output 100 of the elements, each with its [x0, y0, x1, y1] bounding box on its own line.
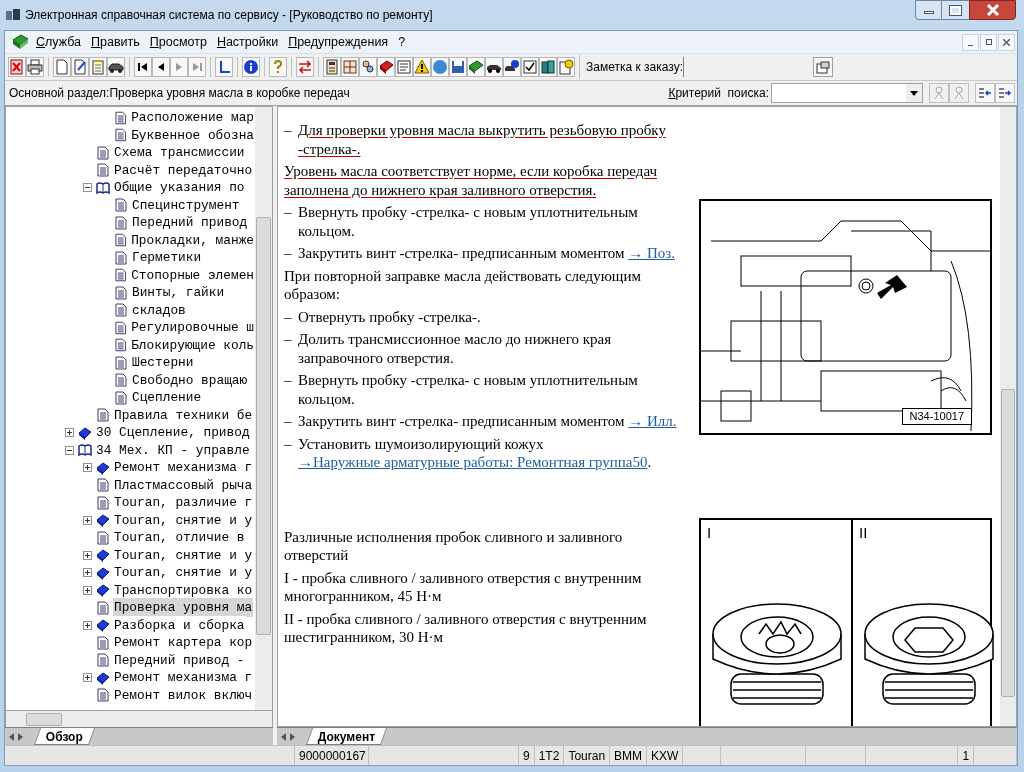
page-icon	[96, 145, 110, 160]
checkbox-icon[interactable]	[522, 59, 538, 75]
tab-scroll-right-icon[interactable]	[18, 732, 23, 741]
page-icon	[96, 688, 110, 703]
printer-icon[interactable]	[27, 59, 43, 75]
calculator-icon[interactable]	[324, 59, 340, 75]
books-icon[interactable]	[540, 59, 556, 75]
help-note-icon[interactable]	[558, 59, 574, 75]
edit-page-icon[interactable]	[72, 59, 88, 75]
dash-marker: –	[284, 244, 293, 263]
info-icon[interactable]	[243, 59, 259, 75]
page-icon[interactable]	[54, 59, 70, 75]
expand-button[interactable]	[995, 83, 1015, 103]
book-icon	[96, 618, 110, 633]
page-icon	[113, 233, 128, 248]
book-icon	[96, 670, 110, 685]
page-icon	[114, 390, 128, 405]
note-button[interactable]	[813, 57, 833, 77]
menu-item[interactable]: ?	[393, 32, 411, 52]
page-icon	[114, 198, 128, 213]
search-dropdown[interactable]	[771, 83, 923, 103]
warning-icon[interactable]	[414, 59, 430, 75]
book-icon	[96, 565, 110, 580]
page-icon	[114, 215, 128, 230]
menu-item[interactable]: Предупреждения	[283, 32, 394, 52]
open-book-icon	[96, 180, 110, 195]
book-icon	[96, 460, 110, 475]
page-icon	[113, 110, 128, 125]
link[interactable]: → Илл.	[628, 413, 677, 429]
maximize-button[interactable]	[942, 0, 969, 20]
collapse-icon[interactable]	[83, 183, 92, 193]
tree-scrollbar[interactable]	[255, 107, 272, 710]
expand-icon[interactable]	[83, 673, 92, 683]
page-icon	[113, 338, 128, 353]
person-icon	[933, 86, 945, 100]
arrow-right-icon	[998, 87, 1012, 99]
horizontal-scrollbar[interactable]	[5, 711, 273, 727]
people-icon[interactable]	[360, 59, 376, 75]
close-button[interactable]	[969, 0, 1016, 20]
expand-icon[interactable]	[83, 620, 92, 630]
page-icon	[114, 250, 128, 265]
expand-icon[interactable]	[83, 585, 92, 595]
page-icon	[96, 495, 110, 510]
book-icon	[11, 34, 29, 50]
page-icon	[113, 128, 128, 143]
tab[interactable]: Документ	[305, 728, 388, 745]
swap-icon[interactable]	[297, 59, 313, 75]
menu-item[interactable]: Настройки	[211, 32, 284, 52]
tab[interactable]: Обзор	[33, 728, 95, 745]
dash-marker: –	[284, 307, 293, 326]
paragraph: II - пробка сливного / заливного отверстия с внутренним шестигранником, 30 Н·м	[284, 609, 648, 647]
paragraph: Ввернуть пробку -стрелка- с новым уплотнительным кольцом.	[298, 371, 639, 408]
paragraph: При повторной заправке масла действовать следующим образом:	[284, 266, 642, 304]
tab-scroll-right-icon[interactable]	[290, 732, 295, 741]
minimize-button[interactable]	[915, 0, 942, 20]
expand-icon[interactable]	[65, 428, 74, 438]
expand-icon[interactable]	[83, 550, 92, 560]
link[interactable]: → Поз.	[628, 245, 675, 261]
page-icon	[96, 163, 110, 178]
person-icon	[953, 86, 965, 100]
paragraph: Закрутить винт -стрелка- предписанным моментом → Илл.	[298, 412, 678, 431]
page-icon	[96, 600, 110, 615]
expand-icon[interactable]	[83, 515, 92, 525]
grid-icon[interactable]	[342, 59, 358, 75]
collapse-button[interactable]	[975, 83, 995, 103]
close-icon	[1003, 38, 1010, 46]
dash-marker: –	[284, 412, 293, 431]
save-icon[interactable]	[450, 59, 466, 75]
page-icon	[96, 530, 110, 545]
panel-label: I	[707, 524, 713, 542]
menu-item[interactable]: Служба	[31, 32, 87, 52]
tab-scroll-left-icon[interactable]	[9, 732, 14, 741]
menu-item[interactable]: Просмотр	[144, 32, 212, 52]
mdi-restore-button[interactable]	[980, 33, 997, 51]
tree-item[interactable]: Проверка уровня ма	[113, 598, 254, 618]
note-label: Заметка к заказу:	[586, 59, 683, 76]
page-icon	[96, 478, 110, 493]
dash-marker: –	[284, 203, 293, 222]
tab-scroll-left-icon[interactable]	[281, 732, 286, 741]
document-scrollbar[interactable]	[1000, 107, 1016, 726]
page-icon	[113, 268, 128, 283]
paragraph: Установить шумоизолирующий кожух →Наружные арматурные работы: Ремонтная группа50.	[298, 434, 653, 472]
mdi-close-button[interactable]	[998, 33, 1015, 51]
book-icon	[96, 548, 110, 563]
close-icon[interactable]	[9, 59, 25, 75]
expand-icon[interactable]	[83, 568, 92, 578]
collapse-icon[interactable]	[65, 445, 74, 455]
paragraph: Для проверки уровня масла выкрутить резьбовую пробку -стрелка-.	[298, 121, 667, 158]
status-field: BMM	[610, 746, 648, 765]
dash-marker: –	[284, 434, 293, 454]
closed-book-icon[interactable]	[468, 59, 484, 75]
page-icon	[114, 355, 128, 370]
dropdown-arrow-icon	[910, 90, 918, 96]
book-icon	[96, 583, 110, 598]
menu-item[interactable]: Править	[86, 32, 145, 52]
open-book-icon	[78, 443, 92, 458]
expand-icon[interactable]	[83, 463, 92, 473]
breadcrumb-text: Основной раздел:Проверка уровня масла в коробке передач	[9, 85, 350, 102]
app-icon	[6, 9, 20, 21]
book-icon[interactable]	[378, 59, 394, 75]
